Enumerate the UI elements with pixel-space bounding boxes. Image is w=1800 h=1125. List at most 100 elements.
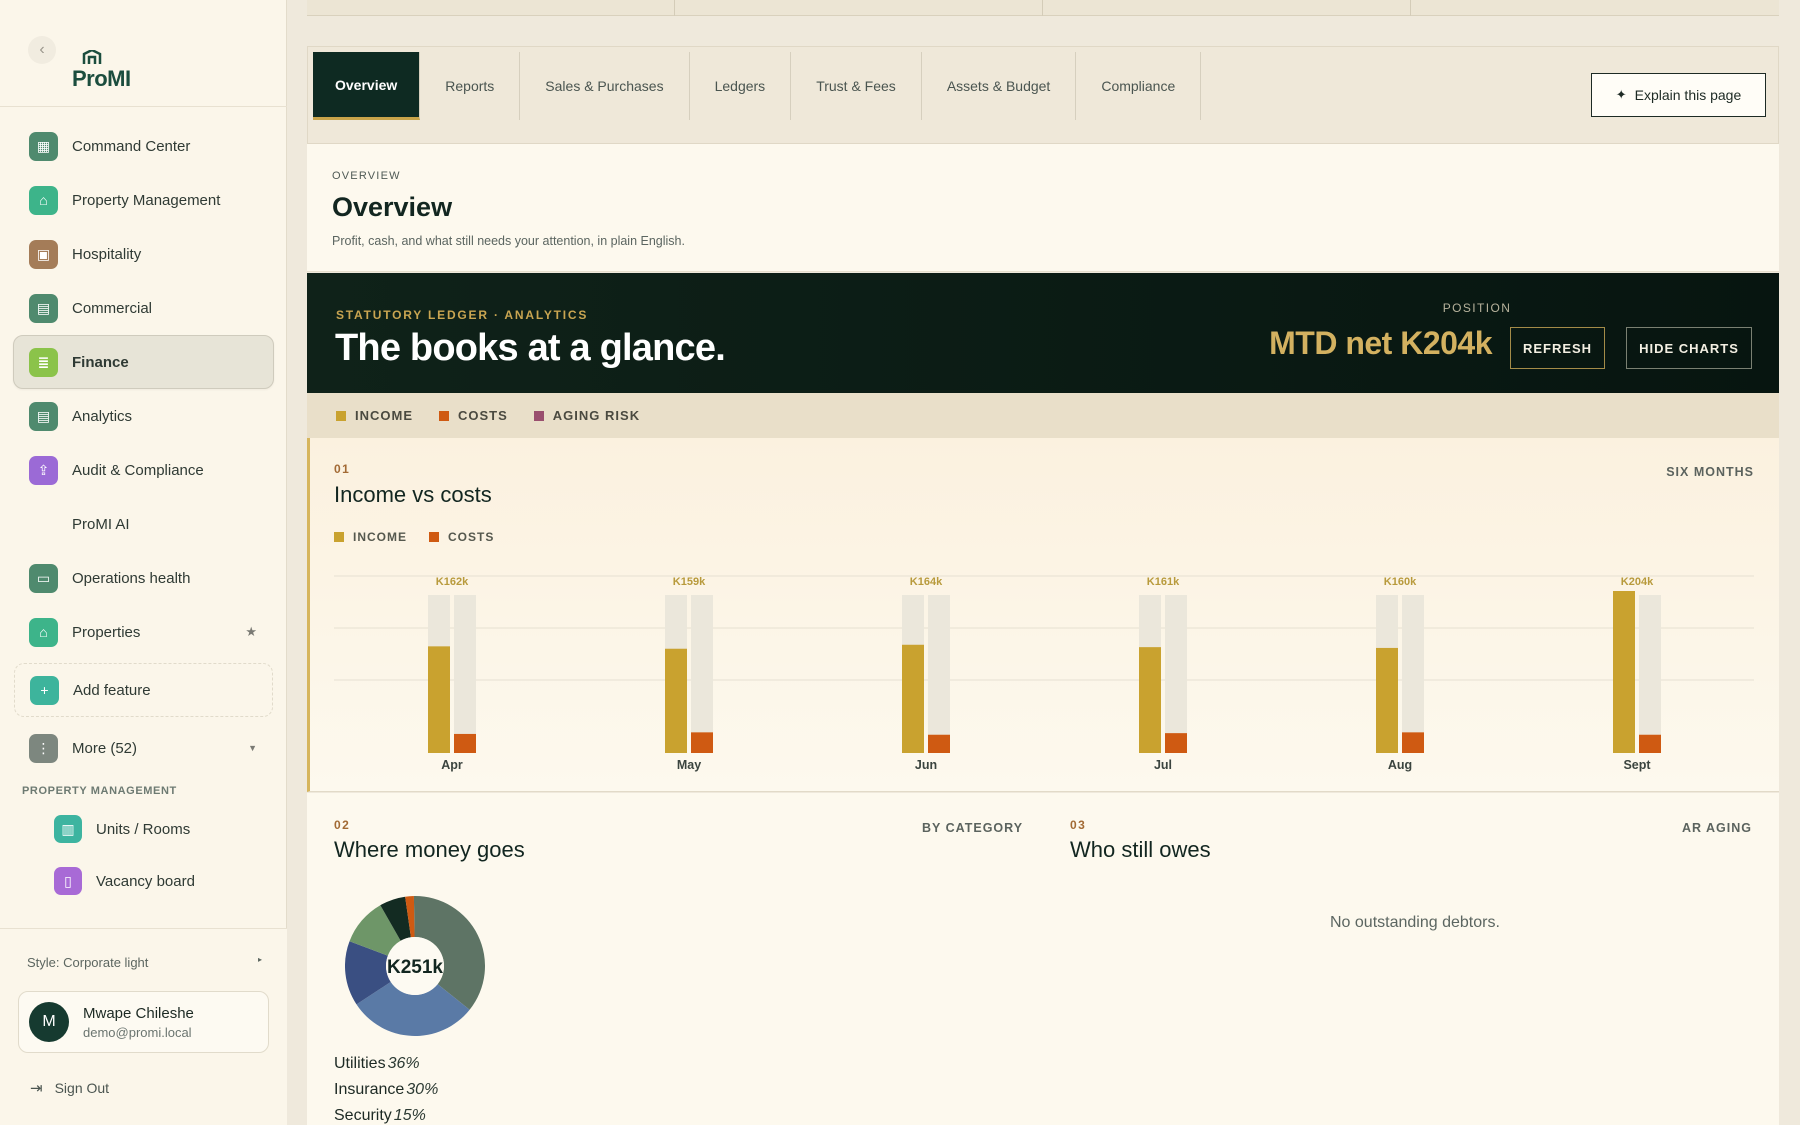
sidebar-item-audit-compliance[interactable]: ⇪ Audit & Compliance — [0, 443, 287, 497]
x-tick-label: Sept — [1623, 758, 1651, 772]
legend-item: INCOME — [336, 408, 413, 423]
strip-divider — [1410, 0, 1411, 16]
explain-page-button[interactable]: ✦ Explain this page — [1591, 73, 1766, 117]
tab-ledgers[interactable]: Ledgers — [690, 52, 792, 120]
sidebar-item-analytics[interactable]: ▤ Analytics — [0, 389, 287, 443]
tab-overview[interactable]: Overview — [313, 52, 421, 120]
page-header: OVERVIEW Overview Profit, cash, and what… — [307, 144, 1779, 272]
brand-name: ProMI — [72, 66, 131, 91]
caret-down-icon: ▼ — [248, 743, 257, 753]
sparkle-icon: ✦ — [1615, 87, 1627, 102]
sidebar-item-hospitality[interactable]: ▣ Hospitality — [0, 227, 287, 281]
x-tick-label: May — [677, 758, 701, 772]
x-tick-label: Jun — [915, 758, 937, 772]
tab-sales-purchases[interactable]: Sales & Purchases — [520, 52, 690, 120]
cost-bar — [1402, 732, 1424, 753]
document-icon: ▤ — [29, 401, 58, 431]
cost-bar — [1165, 733, 1187, 753]
sidebar-item-command-center[interactable]: ▦ Command Center — [0, 119, 287, 173]
sidebar-item-operations-health[interactable]: ▭ Operations health — [0, 551, 287, 605]
main-nav: ▦ Command Center ⌂ Property Management ▣ Hosp… — [0, 119, 287, 907]
sidebar-subitem-units-rooms[interactable]: ▥ Units / Rooms — [0, 803, 287, 855]
legend-item: COSTS — [439, 408, 508, 423]
tab-assets-budget[interactable]: Assets & Budget — [922, 52, 1077, 120]
sign-out-button[interactable]: ⇥ Sign Out — [30, 1079, 109, 1097]
category-name: Insurance — [334, 1081, 405, 1098]
top-strip — [307, 0, 1779, 16]
x-tick-label: Jul — [1154, 758, 1172, 772]
avatar: M — [29, 1002, 69, 1042]
category-name: Security — [334, 1107, 392, 1124]
income-bar — [1613, 591, 1635, 753]
home-icon: ⌂ — [29, 185, 58, 215]
sidebar-item-label: ProMI AI — [72, 515, 130, 533]
legend-swatch — [439, 410, 449, 421]
sidebar-item-label: Hospitality — [72, 245, 142, 263]
tab-trust-fees[interactable]: Trust & Fees — [791, 52, 922, 120]
panel-number: 02 — [334, 818, 351, 832]
refresh-button[interactable]: REFRESH — [1510, 327, 1605, 369]
home-icon: ⌂ — [29, 617, 58, 647]
legend-label: INCOME — [353, 530, 407, 544]
sidebar-item-commercial[interactable]: ▤ Commercial — [0, 281, 287, 335]
collapse-sidebar-button[interactable]: ‹ — [28, 36, 56, 64]
style-selector[interactable]: Style: Corporate light ▸ — [27, 955, 262, 970]
data-label: K161k — [1147, 576, 1180, 588]
sidebar-item-property-management[interactable]: ⌂ Property Management — [0, 173, 287, 227]
panel-tag: BY CATEGORY — [922, 821, 1024, 835]
add-feature-button[interactable]: + Add feature — [14, 663, 273, 717]
sidebar-item-label: Property Management — [72, 191, 221, 209]
user-name: Mwape Chileshe — [83, 1004, 194, 1022]
tab-reports[interactable]: Reports — [420, 52, 521, 120]
sidebar-item-label: Audit & Compliance — [72, 461, 204, 479]
star-icon[interactable]: ★ — [245, 624, 257, 640]
sign-out-label: Sign Out — [54, 1080, 110, 1096]
strip-divider — [674, 0, 675, 16]
data-label: K160k — [1384, 576, 1417, 588]
legend-label: INCOME — [355, 408, 413, 423]
legend-item: INCOME — [334, 530, 407, 544]
caret-icon: ▸ — [257, 955, 262, 964]
legend-swatch — [336, 410, 346, 421]
explain-label: Explain this page — [1634, 87, 1742, 103]
more-label: More (52) — [72, 739, 138, 757]
hero-banner: STATUTORY LEDGER · ANALYTICS The books a… — [307, 273, 1779, 393]
breakdown-row: Security 15% — [334, 1103, 438, 1125]
legend-swatch — [533, 410, 544, 421]
upload-doc-icon: ⇪ — [29, 455, 58, 485]
legend-strip: INCOME COSTS AGING RISK — [307, 393, 1779, 438]
sidebar-item-properties[interactable]: ⌂ Properties ★ — [0, 605, 287, 659]
sidebar-item-finance[interactable]: ≣ Finance — [13, 335, 274, 389]
user-card[interactable]: M Mwape Chileshe demo@promi.local — [18, 991, 269, 1053]
more-features-button[interactable]: ⋮ More (52) ▼ — [0, 721, 287, 775]
hide-charts-button[interactable]: HIDE CHARTS — [1626, 327, 1752, 369]
income-bar — [902, 644, 924, 753]
category-percent: 36% — [387, 1055, 420, 1072]
cost-track — [454, 595, 476, 753]
sidebar-subitem-vacancy-board[interactable]: ▯ Vacancy board — [0, 855, 287, 907]
ledger-icon: ≣ — [29, 347, 58, 377]
income-bar — [1376, 647, 1398, 753]
sign-out-icon: ⇥ — [30, 1080, 43, 1097]
sidebar-item-promi-ai[interactable]: ProMI AI — [0, 497, 287, 551]
sidebar: ‹ ProMI ▦ Command Center ⌂ Property Managem… — [0, 0, 287, 1125]
income-bar — [1139, 647, 1161, 753]
building-icon: ▥ — [54, 815, 82, 843]
legend-item: AGING RISK — [533, 408, 640, 423]
empty-state: No outstanding debtors. — [1330, 914, 1500, 931]
category-percent: 15% — [393, 1107, 426, 1124]
monitor-icon: ▭ — [29, 563, 58, 593]
tab-compliance[interactable]: Compliance — [1076, 52, 1202, 120]
legend-item: COSTS — [429, 530, 494, 544]
category-percent: 30% — [406, 1081, 439, 1098]
breakdown-row: Insurance 30% — [334, 1077, 438, 1103]
divider — [0, 106, 287, 107]
door-icon: ▯ — [54, 867, 82, 895]
panel-tag: AR AGING — [1681, 821, 1752, 835]
sidebar-item-label: Command Center — [72, 137, 191, 155]
legend-label: COSTS — [458, 408, 508, 423]
section-label: PROPERTY MANAGEMENT — [22, 785, 177, 797]
page-subtitle: Profit, cash, and what still needs your … — [332, 234, 685, 248]
panel-title: Who still owes — [1070, 837, 1211, 862]
legend-swatch — [334, 532, 344, 542]
